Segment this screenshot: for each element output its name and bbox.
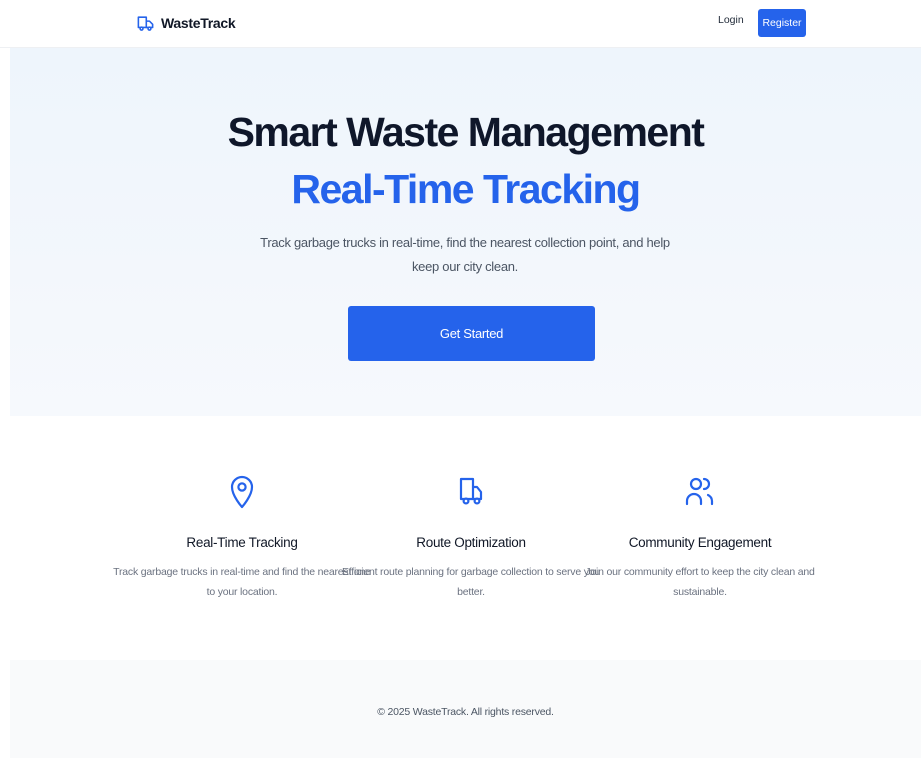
copyright-text: © 2025 WasteTrack. All rights reserved.	[377, 706, 554, 718]
login-link[interactable]: Login	[718, 14, 744, 26]
feature-title: Community Engagement	[628, 535, 772, 550]
map-pin-icon	[230, 475, 254, 509]
footer: © 2025 WasteTrack. All rights reserved.	[10, 660, 921, 758]
feature-description: Join our community effort to keep the ci…	[585, 566, 815, 598]
hero-section: Smart Waste Management Real-Time Trackin…	[10, 48, 921, 416]
feature-title: Real-Time Tracking	[186, 535, 298, 550]
feature-real-time-tracking: Real-Time Tracking Track garbage trucks …	[112, 470, 372, 602]
truck-icon	[459, 477, 483, 505]
hero-description: Track garbage trucks in real-time, find …	[260, 235, 670, 274]
feature-title: Route Optimization	[416, 535, 526, 550]
navbar: WasteTrack Login Register	[0, 0, 921, 48]
hero-subtitle: Real-Time Tracking	[291, 166, 641, 212]
users-icon	[685, 477, 714, 506]
register-button[interactable]: Register	[758, 9, 806, 37]
get-started-button[interactable]: Get Started	[348, 306, 595, 361]
feature-route-optimization: Route Optimization Efficient route plann…	[341, 470, 601, 602]
truck-icon	[137, 15, 154, 31]
feature-description: Track garbage trucks in real-time and fi…	[113, 566, 371, 598]
feature-community-engagement: Community Engagement Join our community …	[570, 470, 830, 602]
feature-description: Efficient route planning for garbage col…	[341, 566, 601, 598]
hero-title: Smart Waste Management	[227, 109, 705, 155]
brand-name: WasteTrack	[161, 15, 236, 31]
brand-logo[interactable]: WasteTrack	[136, 12, 236, 34]
